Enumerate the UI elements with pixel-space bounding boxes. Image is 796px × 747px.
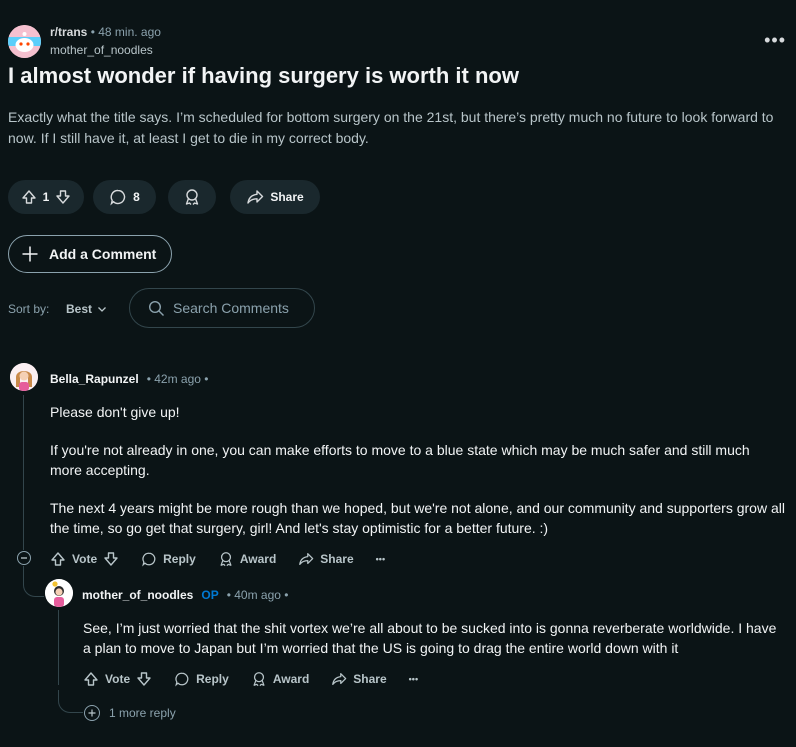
vote-group: Vote [50,551,119,567]
comment-meta: • 42m ago • [146,372,209,386]
award-label: Award [239,552,277,566]
thread-connector [58,690,83,713]
comment-more-options-button[interactable]: ••• [409,674,418,684]
collapse-thread-button[interactable] [17,551,31,565]
expand-replies-button[interactable] [84,705,100,721]
reply-button[interactable]: Reply [174,671,229,687]
comment-paragraph: See, I’m just worried that the shit vort… [83,620,777,656]
op-badge: OP [201,588,219,602]
downvote-icon[interactable] [136,671,152,687]
share-icon [298,551,314,567]
search-comments-input[interactable]: Search Comments [129,288,315,328]
comment-body: See, I’m just worried that the shit vort… [83,618,783,676]
vote-count: 1 [42,190,50,204]
comment-count: 8 [133,190,140,204]
award-icon [183,188,201,206]
vote-group: Vote [83,671,152,687]
comment-actions: Vote Reply Award Share ••• [83,669,440,689]
thread-connector [23,566,44,597]
comment-more-options-button[interactable]: ••• [376,554,385,564]
comment-icon [174,671,190,687]
post-vote-group: 1 [8,180,84,214]
post-award-button[interactable] [168,180,216,214]
share-button[interactable]: Share [298,551,354,567]
comment-icon [141,551,157,567]
subreddit-avatar[interactable] [8,25,41,58]
commenter-avatar[interactable] [45,579,73,607]
post-time: • 48 min. ago [90,25,161,39]
post-more-options-button[interactable]: ••• [764,30,786,51]
comment-paragraph: Please don't give up! [50,404,180,420]
post-title: I almost wonder if having surgery is wor… [8,63,519,88]
subreddit-name-row: r/trans • 48 min. ago [50,25,161,39]
post-body: Exactly what the title says. I’m schedul… [8,109,774,146]
comment-body: Please don't give up! If you're not alre… [50,402,785,556]
award-button[interactable]: Award [218,551,276,567]
share-icon [331,671,347,687]
search-icon [148,300,165,317]
downvote-icon[interactable] [103,551,119,567]
comment-meta: • 40m ago • [226,588,289,602]
share-label: Share [353,672,387,686]
vote-label: Vote [72,552,98,566]
post-share-button[interactable]: Share [230,180,320,214]
upvote-icon[interactable] [21,189,37,205]
share-label: Share [320,552,354,566]
upvote-icon[interactable] [50,551,66,567]
award-button[interactable]: Award [251,671,309,687]
downvote-icon[interactable] [55,189,71,205]
reply-label: Reply [196,672,229,686]
chevron-down-icon [97,304,107,314]
subreddit-link[interactable]: r/trans [50,25,87,39]
comment-paragraph: If you're not already in one, you can ma… [50,442,750,478]
minus-icon [20,554,28,562]
upvote-icon[interactable] [83,671,99,687]
plus-icon [21,245,39,263]
award-label: Award [272,672,310,686]
share-button[interactable]: Share [331,671,387,687]
comment-paragraph: The next 4 years might be more rough tha… [50,500,785,536]
comment-icon [109,188,127,206]
reply-label: Reply [163,552,196,566]
share-icon [246,188,264,206]
award-icon [251,671,267,687]
plus-icon [88,709,96,717]
commenter-avatar[interactable] [10,363,38,391]
search-placeholder: Search Comments [173,300,289,316]
post-author[interactable]: mother_of_noodles [50,43,153,57]
comment-username[interactable]: mother_of_noodles [82,588,193,602]
add-comment-label: Add a Comment [49,246,157,262]
post-comments-button[interactable]: 8 [93,180,156,214]
share-label: Share [270,190,304,204]
sort-value: Best [66,302,93,316]
reply-button[interactable]: Reply [141,551,196,567]
comment-actions: Vote Reply Award Share ••• [50,549,407,569]
more-replies-link[interactable]: 1 more reply [109,706,176,720]
add-comment-button[interactable]: Add a Comment [8,235,172,273]
sort-label: Sort by: [8,302,50,316]
comment-header: mother_of_noodles OP • 40m ago • [82,588,288,602]
sort-dropdown[interactable]: Best [66,302,107,316]
vote-label: Vote [105,672,131,686]
comment-username[interactable]: Bella_Rapunzel [50,372,139,386]
comment-header: Bella_Rapunzel • 42m ago • [50,372,208,386]
award-icon [218,551,234,567]
thread-line[interactable] [23,395,24,550]
thread-line[interactable] [58,610,59,685]
